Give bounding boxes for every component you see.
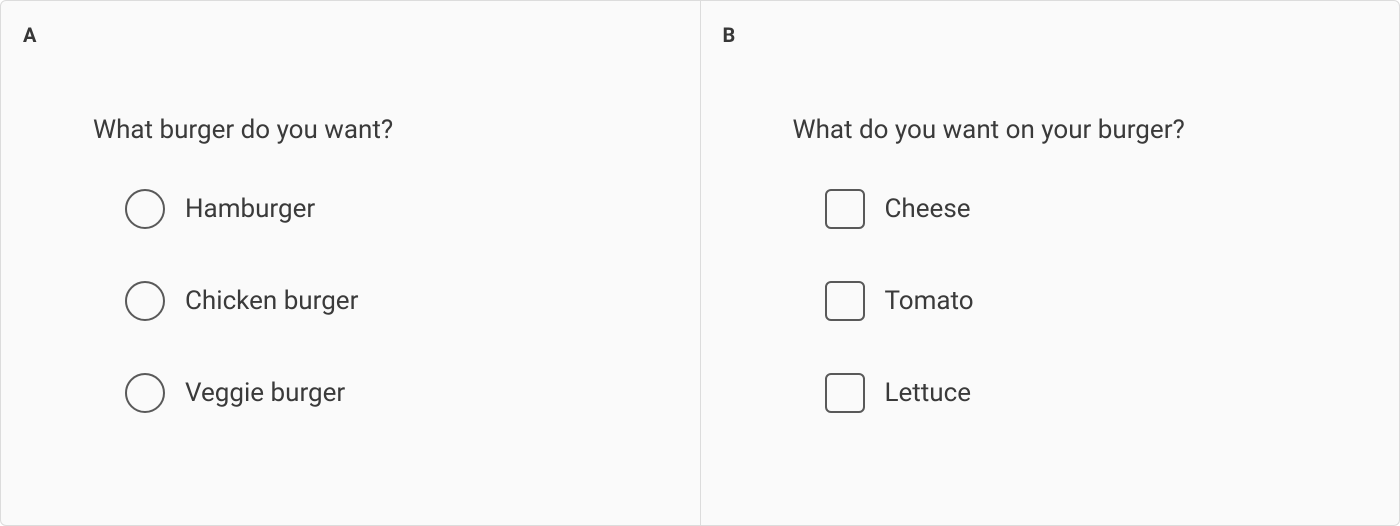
checkbox-icon (825, 373, 865, 413)
radio-option-hamburger[interactable]: Hamburger (125, 189, 608, 229)
panel-a-question: What burger do you want? (93, 115, 608, 145)
panel-b: B What do you want on your burger? Chees… (700, 1, 1400, 525)
option-label: Hamburger (185, 194, 315, 224)
checkbox-icon (825, 189, 865, 229)
checkbox-option-tomato[interactable]: Tomato (825, 281, 1308, 321)
comparison-container: A What burger do you want? Hamburger Chi… (0, 0, 1400, 526)
radio-option-veggie-burger[interactable]: Veggie burger (125, 373, 608, 413)
checkbox-option-cheese[interactable]: Cheese (825, 189, 1308, 229)
panel-a: A What burger do you want? Hamburger Chi… (1, 1, 700, 525)
radio-option-chicken-burger[interactable]: Chicken burger (125, 281, 608, 321)
radio-icon (125, 189, 165, 229)
option-label: Cheese (885, 194, 971, 224)
checkbox-option-lettuce[interactable]: Lettuce (825, 373, 1308, 413)
option-label: Lettuce (885, 378, 972, 408)
option-label: Veggie burger (185, 378, 345, 408)
option-label: Chicken burger (185, 286, 358, 316)
radio-icon (125, 373, 165, 413)
checkbox-icon (825, 281, 865, 321)
radio-icon (125, 281, 165, 321)
panel-a-label: A (23, 23, 678, 47)
panel-b-options: Cheese Tomato Lettuce (793, 189, 1308, 413)
panel-b-label: B (723, 23, 1378, 47)
option-label: Tomato (885, 286, 974, 316)
panel-a-content: What burger do you want? Hamburger Chick… (23, 55, 678, 413)
panel-b-question: What do you want on your burger? (793, 115, 1308, 145)
panel-a-options: Hamburger Chicken burger Veggie burger (93, 189, 608, 413)
panel-b-content: What do you want on your burger? Cheese … (723, 55, 1378, 413)
